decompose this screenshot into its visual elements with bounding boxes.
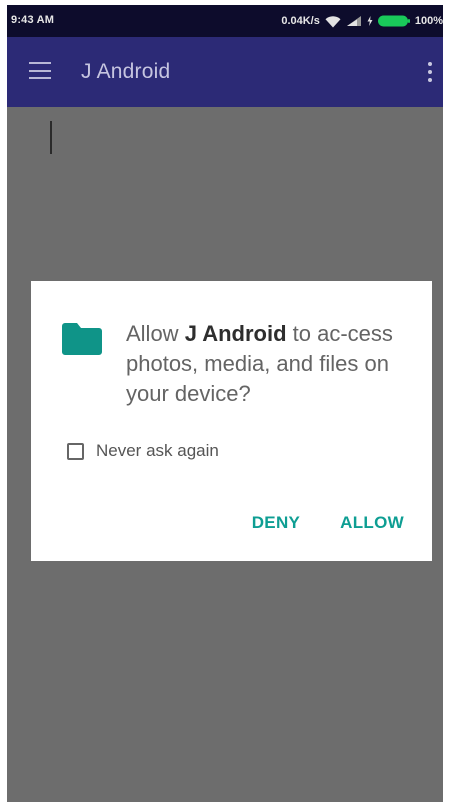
battery-icon: [377, 15, 410, 27]
permission-dialog: Allow J Android to ac-cess photos, media…: [31, 281, 432, 561]
deny-button[interactable]: DENY: [252, 513, 300, 533]
dialog-actions: DENY ALLOW: [252, 513, 404, 533]
status-time: 9:43 AM: [11, 14, 55, 26]
permission-message: Allow J Android to ac-cess photos, media…: [126, 319, 416, 409]
charging-icon: [367, 16, 373, 26]
allow-button[interactable]: ALLOW: [340, 513, 404, 533]
app-bar: J Android: [7, 37, 443, 107]
battery-percent: 100%: [414, 15, 443, 27]
message-app-name: J Android: [184, 321, 287, 346]
text-cursor: [50, 121, 52, 154]
wifi-icon: [325, 15, 341, 28]
signal-icon: [346, 15, 362, 27]
status-bar: 9:43 AM 0.04K/s 100%: [7, 5, 443, 37]
network-speed: 0.04K/s: [281, 15, 320, 27]
folder-icon: [62, 323, 102, 355]
hamburger-menu-icon[interactable]: [29, 62, 51, 80]
never-ask-label: Never ask again: [96, 441, 219, 460]
never-ask-again-option[interactable]: Never ask again: [67, 441, 219, 461]
app-title: J Android: [81, 60, 171, 83]
phone-screen: 9:43 AM 0.04K/s 100% J Android Allow J A…: [7, 5, 443, 802]
message-prefix: Allow: [126, 321, 185, 346]
overflow-menu-icon[interactable]: [427, 61, 433, 83]
status-indicators: 0.04K/s 100%: [281, 12, 443, 30]
never-ask-checkbox[interactable]: [67, 442, 84, 460]
